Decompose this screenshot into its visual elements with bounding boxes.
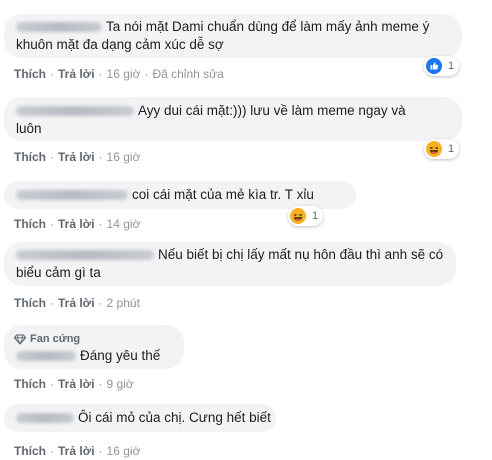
separator-dot: · [50,296,54,310]
fan-badge[interactable]: Fan cứng [14,330,80,348]
reaction-count[interactable]: 1 [288,206,324,226]
reply-button[interactable]: Trả lời [58,444,95,458]
comment-time[interactable]: 16 giờ [107,150,141,164]
haha-icon [426,141,442,157]
like-button[interactable]: Thích [14,67,46,81]
like-button[interactable]: Thích [14,444,46,458]
comment-text: coi cái mặt của mẻ kìa tr. T xỉu [132,187,314,202]
like-button[interactable]: Thích [14,150,46,164]
separator-dot: · [98,217,103,231]
separator-dot: · [98,67,103,81]
comment-text: Đáng yêu thế [80,348,161,363]
separator-dot: · [50,377,54,391]
comment-bubble: Fan cứng Đáng yêu thế [4,325,184,369]
separator-dot: · [50,67,54,81]
commenter-name-blurred[interactable] [16,22,102,33]
edited-label[interactable]: Đã chỉnh sửa [152,67,223,81]
diamond-icon [14,333,26,345]
like-icon [426,58,442,74]
like-button[interactable]: Thích [14,377,46,391]
separator-dot: · [98,296,103,310]
comment-actions: Thích · Trả lời · 2 phút [14,296,140,310]
reaction-number: 1 [312,210,319,222]
like-button[interactable]: Thích [14,217,46,231]
reply-button[interactable]: Trả lời [58,217,95,231]
reply-button[interactable]: Trả lời [58,67,95,81]
comment-bubble: Ta nói mặt Dami chuẩn dùng để làm mấy ản… [4,14,462,58]
comment-time[interactable]: 2 phút [107,296,140,310]
separator-dot: · [98,150,103,164]
comment-time[interactable]: 9 giờ [107,377,134,391]
commenter-name-blurred[interactable] [16,413,74,424]
reply-button[interactable]: Trả lời [58,296,95,310]
commenter-name-blurred[interactable] [16,351,76,362]
commenter-name-blurred[interactable] [16,106,134,117]
separator-dot: · [50,217,54,231]
comment-time[interactable]: 14 giờ [107,217,141,231]
reaction-count[interactable]: 1 [424,56,460,76]
comment-time[interactable]: 16 giờ [107,444,141,458]
reply-button[interactable]: Trả lời [58,377,95,391]
comment-actions: Thích · Trả lời · 14 giờ [14,217,140,231]
haha-icon [290,208,306,224]
fan-badge-label: Fan cứng [30,333,81,345]
comment-bubble: Ayy dui cái mặt:))) lưu về làm meme ngay… [4,97,462,141]
separator-dot: · [98,444,103,458]
comment-actions: Thích · Trả lời · 16 giờ [14,444,140,458]
separator-dot: · [50,150,54,164]
like-button[interactable]: Thích [14,296,46,310]
comment-bubble: coi cái mặt của mẻ kìa tr. T xỉu [4,181,356,209]
comment-bubble: Ôi cái mỏ của chị. Cưng hết biết [4,404,276,432]
separator-dot: · [50,444,54,458]
reaction-count[interactable]: 1 [424,139,460,159]
separator-dot: · [98,377,103,391]
comment-actions: Thích · Trả lời · 16 giờ [14,150,140,164]
reply-button[interactable]: Trả lời [58,150,95,164]
reaction-number: 1 [448,60,455,72]
commenter-name-blurred[interactable] [16,250,154,261]
commenter-name-blurred[interactable] [16,190,128,201]
comment-actions: Thích · Trả lời · 9 giờ [14,377,134,391]
reaction-number: 1 [448,143,455,155]
separator-dot: · [144,67,149,81]
comment-text: Ôi cái mỏ của chị. Cưng hết biết [78,410,271,425]
comment-actions: Thích · Trả lời · 16 giờ · Đã chỉnh sửa [14,67,224,81]
comment-bubble: Nếu biết bị chị lấy mất nụ hôn đầu thì a… [4,242,456,286]
comment-time[interactable]: 16 giờ [107,67,141,81]
